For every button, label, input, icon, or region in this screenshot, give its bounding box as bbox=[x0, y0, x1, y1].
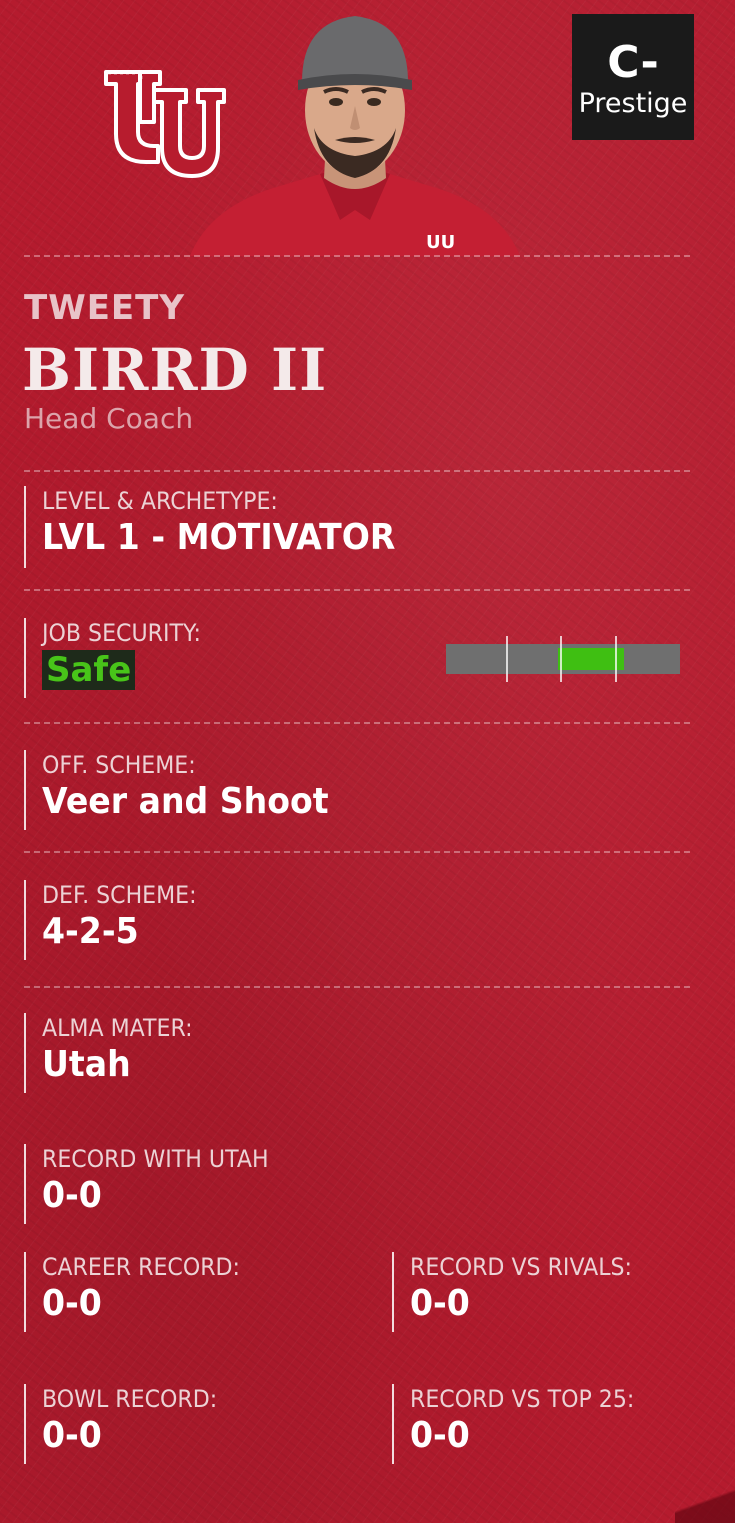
job-security-meter bbox=[446, 636, 680, 682]
field-label: RECORD VS TOP 25: bbox=[410, 1385, 635, 1413]
field-value: LVL 1 - MOTIVATOR bbox=[42, 517, 396, 558]
job-security-value: Safe bbox=[42, 650, 136, 690]
meter-tick bbox=[615, 636, 617, 682]
coach-last-name: BIRRD II bbox=[22, 336, 328, 404]
field-value: 0-0 bbox=[42, 1283, 102, 1324]
field-job-security: JOB SECURITY: Safe bbox=[24, 618, 215, 698]
field-def-scheme: DEF. SCHEME: 4-2-5 bbox=[24, 880, 210, 960]
field-label: RECORD WITH UTAH bbox=[42, 1145, 269, 1173]
svg-text:UU: UU bbox=[426, 232, 455, 253]
prestige-grade: C- bbox=[607, 37, 659, 88]
meter-tick bbox=[506, 636, 508, 682]
coach-portrait: UU bbox=[190, 16, 520, 256]
field-record-vs-rivals: RECORD VS RIVALS: 0-0 bbox=[392, 1252, 651, 1332]
meter-tick bbox=[560, 636, 562, 682]
divider bbox=[24, 722, 690, 724]
field-record-with-team: RECORD WITH UTAH 0-0 bbox=[24, 1144, 288, 1224]
divider bbox=[24, 470, 690, 472]
field-record-vs-top25: RECORD VS TOP 25: 0-0 bbox=[392, 1384, 654, 1464]
field-label: JOB SECURITY: bbox=[42, 619, 201, 647]
field-value: Veer and Shoot bbox=[42, 781, 329, 822]
field-level-archetype: LEVEL & ARCHETYPE: LVL 1 - MOTIVATOR bbox=[24, 486, 426, 568]
field-label: OFF. SCHEME: bbox=[42, 751, 196, 779]
field-value: Utah bbox=[42, 1044, 131, 1085]
divider bbox=[24, 986, 690, 988]
field-alma-mater: ALMA MATER: Utah bbox=[24, 1013, 206, 1093]
field-label: DEF. SCHEME: bbox=[42, 881, 197, 909]
field-label: ALMA MATER: bbox=[42, 1014, 193, 1042]
divider bbox=[24, 851, 690, 853]
coach-role: Head Coach bbox=[24, 402, 194, 435]
field-off-scheme: OFF. SCHEME: Veer and Shoot bbox=[24, 750, 353, 830]
field-label: RECORD VS RIVALS: bbox=[410, 1253, 633, 1281]
field-label: BOWL RECORD: bbox=[42, 1385, 218, 1413]
coach-first-name: TWEETY bbox=[24, 288, 185, 328]
card-corner-tear bbox=[675, 1483, 735, 1523]
field-career-record: CAREER RECORD: 0-0 bbox=[24, 1252, 257, 1332]
divider bbox=[24, 255, 690, 257]
field-value: 0-0 bbox=[42, 1415, 102, 1456]
field-value: 0-0 bbox=[410, 1415, 470, 1456]
field-value: 0-0 bbox=[42, 1175, 102, 1216]
field-label: CAREER RECORD: bbox=[42, 1253, 241, 1281]
divider bbox=[24, 589, 690, 591]
field-bowl-record: BOWL RECORD: 0-0 bbox=[24, 1384, 232, 1464]
prestige-badge: C- Prestige bbox=[572, 14, 694, 140]
coach-card: UU C- Prestige TWEETY BIRRD II Head Coac… bbox=[0, 0, 735, 1523]
field-label: LEVEL & ARCHETYPE: bbox=[42, 487, 278, 515]
prestige-label: Prestige bbox=[578, 88, 688, 119]
field-value: 4-2-5 bbox=[42, 911, 139, 952]
field-value: 0-0 bbox=[410, 1283, 470, 1324]
